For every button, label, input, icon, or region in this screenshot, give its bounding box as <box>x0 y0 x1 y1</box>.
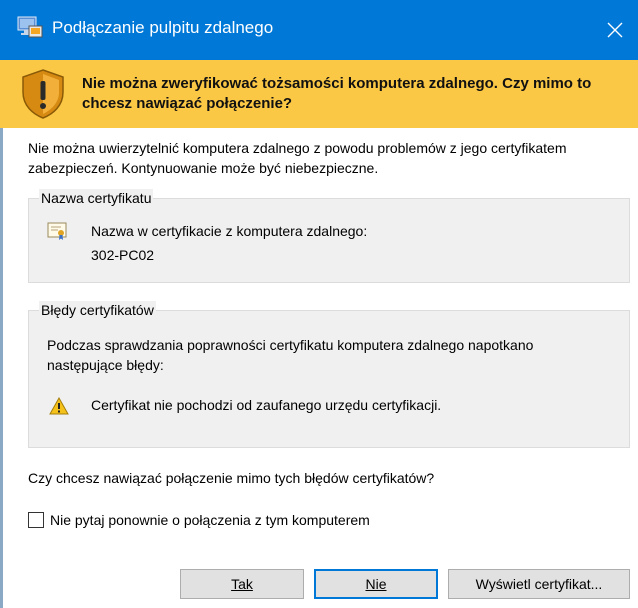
title-bar: Podłączanie pulpitu zdalnego <box>0 0 638 60</box>
no-button-label: Nie <box>365 576 387 592</box>
certificate-error-item: Certyfikat nie pochodzi od zaufanego urz… <box>91 397 442 413</box>
window-title: Podłączanie pulpitu zdalnego <box>52 18 274 37</box>
banner-message: Nie można zweryfikować tożsamości komput… <box>82 75 592 112</box>
certificate-errors-description: Podczas sprawdzania poprawności certyfik… <box>47 337 534 373</box>
certificate-name-label: Nazwa w certyfikacie z komputera zdalneg… <box>91 223 368 239</box>
certificate-errors-caption: Błędy certyfikatów <box>39 301 156 319</box>
yes-button[interactable]: Tak <box>180 569 304 599</box>
certificate-icon <box>47 222 67 240</box>
warning-banner: Nie można zweryfikować tożsamości komput… <box>0 60 638 128</box>
question-text: Czy chcesz nawiązać połączenie mimo tych… <box>28 470 435 486</box>
certificate-name-group: Nazwa certyfikatu Nazwa w certyfikacie z… <box>28 189 630 283</box>
close-button[interactable] <box>592 0 638 60</box>
view-certificate-button-label: Wyświetl certyfikat... <box>475 576 603 592</box>
yes-button-label: Tak <box>231 576 253 592</box>
description-text: Nie można uwierzytelnić komputera zdalne… <box>28 140 567 176</box>
view-certificate-button[interactable]: Wyświetl certyfikat... <box>448 569 630 599</box>
certificate-name-value: 302-PC02 <box>91 247 155 263</box>
no-button[interactable]: Nie <box>314 569 438 599</box>
window-border <box>0 128 3 608</box>
dont-ask-checkbox[interactable] <box>28 512 44 528</box>
dont-ask-checkbox-row[interactable]: Nie pytaj ponownie o połączenia z tym ko… <box>28 512 370 528</box>
close-icon <box>607 22 623 38</box>
dont-ask-label[interactable]: Nie pytaj ponownie o połączenia z tym ko… <box>50 512 370 528</box>
warning-triangle-icon <box>49 397 69 415</box>
warning-shield-icon <box>22 69 64 119</box>
certificate-errors-group: Błędy certyfikatów Podczas sprawdzania p… <box>28 301 630 448</box>
certificate-name-caption: Nazwa certyfikatu <box>39 189 154 207</box>
remote-desktop-icon <box>17 16 43 38</box>
